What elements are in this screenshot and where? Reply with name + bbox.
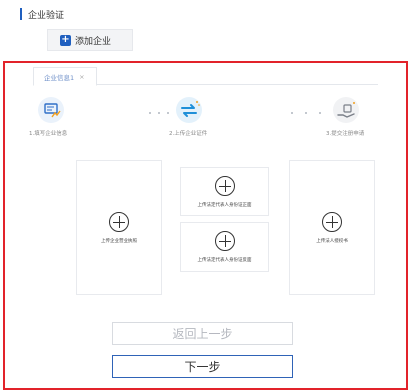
step-2-label: 2.上传企业证件	[169, 131, 208, 137]
close-icon[interactable]: ×	[79, 73, 84, 81]
progress-dot	[291, 112, 293, 114]
tab-label: 企业信息1	[44, 73, 75, 82]
step-1-label: 1.填写企业信息	[29, 131, 68, 137]
next-step-button[interactable]: 下一步	[112, 355, 293, 378]
step-1: 1.填写企业信息	[29, 96, 99, 137]
section-title: 企业验证	[28, 10, 65, 21]
upload-label: 上传法定代表人身份证正面	[197, 202, 252, 208]
company-verification-panel: 企业信息1 × 1.填写企业信息 2.上传企业证件 3.提交注册申请 上传企业营…	[3, 61, 408, 390]
progress-dot	[149, 112, 151, 114]
previous-step-button[interactable]: 返回上一步	[112, 322, 293, 345]
upload-label: 上传法定代表人身份证反面	[197, 258, 252, 263]
exchange-arrows-icon	[175, 96, 203, 124]
add-company-label: 添加企业	[75, 36, 112, 47]
step-3: 3.提交注册申请	[310, 96, 380, 137]
add-circle-icon	[109, 211, 129, 232]
section-accent-bar	[20, 8, 22, 20]
hand-submit-icon	[332, 96, 360, 124]
add-company-button[interactable]: + 添加企业	[47, 29, 133, 51]
upload-business-license[interactable]: 上传企业营业执照	[76, 160, 162, 295]
upload-authorization-letter[interactable]: 上传法人授权书	[289, 160, 375, 295]
section-header: 企业验证	[20, 7, 64, 21]
upload-legal-id-back[interactable]: 上传法定代表人身份证反面	[180, 222, 269, 272]
add-circle-icon	[214, 231, 235, 251]
upload-label: 上传法人授权书	[316, 238, 348, 244]
step-2: 2.上传企业证件	[169, 96, 239, 137]
tab-bar: 企业信息1 ×	[33, 65, 378, 86]
progress-dot	[158, 112, 160, 114]
tab-company-info-1[interactable]: 企业信息1 ×	[33, 67, 97, 86]
upload-label: 上传企业营业执照	[101, 238, 137, 244]
plus-icon: +	[60, 33, 71, 46]
add-circle-icon	[214, 175, 235, 196]
upload-legal-id-front[interactable]: 上传法定代表人身份证正面	[180, 167, 269, 216]
add-circle-icon	[322, 211, 342, 232]
step-3-label: 3.提交注册申请	[326, 131, 365, 137]
progress-dot	[305, 112, 307, 114]
document-chart-icon	[37, 96, 65, 124]
